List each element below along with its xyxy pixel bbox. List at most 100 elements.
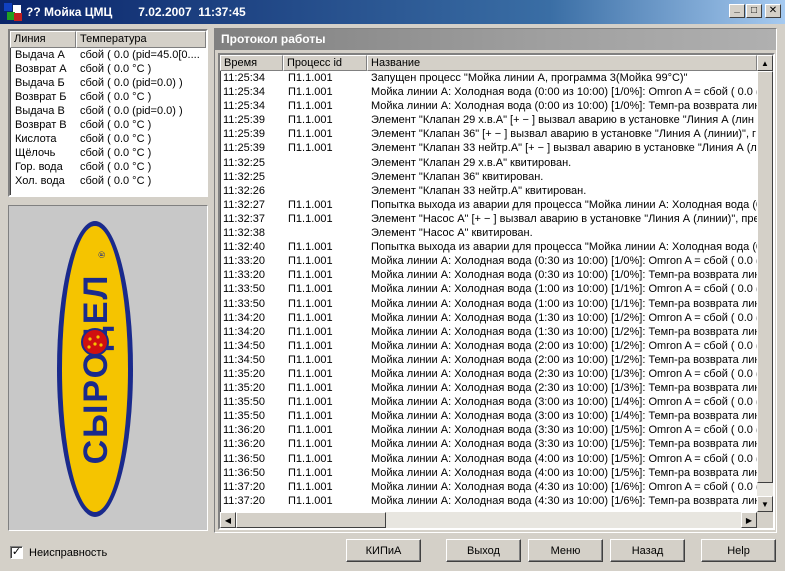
time-cell: 11:36:50 [223,466,266,479]
protocol-list[interactable]: Время Процесс id Название 11:25:34 П1.1.0… [218,53,775,530]
table-row[interactable]: Возврат В сбой ( 0.0 °C ) [10,118,206,132]
table-row[interactable]: Выдача А сбой ( 0.0 (pid=45.0[0.... [10,48,206,62]
list-item[interactable]: 11:33:50 П1.1.001 Мойка линии А: Холодная … [220,282,757,296]
scroll-up-button[interactable]: ▲ [757,55,773,71]
list-item[interactable]: 11:34:20 П1.1.001 Мойка линии А: Холодная … [220,311,757,325]
process-id-cell: П1.1.001 [288,382,333,395]
arrow-left-icon: ◀ [224,515,232,525]
name-cell: Мойка линии А: Холодная вода (2:30 из 10… [371,382,757,395]
list-item[interactable]: 11:32:26 Элемент "Клапан 33 нейтр.А" квит… [220,184,757,198]
process-id-cell: П1.1.001 [288,128,333,141]
list-item[interactable]: 11:25:34 П1.1.001 Запущен процесс "Мойка л… [220,71,757,85]
table-row[interactable]: Хол. вода сбой ( 0.0 °C ) [10,174,206,188]
time-cell: 11:25:39 [223,142,266,155]
horizontal-scrollbar[interactable]: ◀ ▶ [220,512,757,528]
horizontal-scroll-thumb[interactable] [236,512,386,528]
scroll-left-button[interactable]: ◀ [220,512,236,528]
name-cell: Элемент "Насос А" [+ − ] вызвал аварию в… [371,212,757,225]
process-id-cell: П1.1.001 [288,212,333,225]
list-item[interactable]: 11:32:25 Элемент "Клапан 36" квитирован. [220,170,757,184]
list-item[interactable]: 11:37:20 П1.1.001 Мойка линии А: Холодная … [220,494,757,508]
list-item[interactable]: 11:35:50 П1.1.001 Мойка линии А: Холодная … [220,409,757,423]
list-item[interactable]: 11:32:27 П1.1.001 Попытка выхода из аварии… [220,198,757,212]
list-item[interactable]: 11:36:50 П1.1.001 Мойка линии А: Холодная … [220,466,757,480]
list-item[interactable]: 11:32:38 Элемент "Насос А" квитирован. [220,226,757,240]
list-item[interactable]: 11:32:37 П1.1.001 Элемент "Насос А" [+ − ]… [220,212,757,226]
time-cell: 11:32:25 [223,156,266,169]
process-id-cell: П1.1.001 [288,480,333,493]
time-cell: 11:33:50 [223,297,266,310]
scroll-down-button[interactable]: ▼ [757,496,773,512]
temperature-table[interactable]: Линия Температура Выдача А сбой ( 0.0 (pi… [8,29,208,197]
list-item[interactable]: 11:25:34 П1.1.001 Мойка линии А: Холодная … [220,99,757,113]
list-item[interactable]: 11:33:20 П1.1.001 Мойка линии А: Холодная … [220,268,757,282]
line-cell: Возврат А [15,63,67,75]
column-header-time[interactable]: Время [220,55,283,71]
table-row[interactable]: Гор. вода сбой ( 0.0 °C ) [10,160,206,174]
time-cell: 11:34:50 [223,353,266,366]
name-cell: Попытка выхода из аварии для процесса "М… [371,241,757,254]
table-row[interactable]: Выдача В сбой ( 0.0 (pid=0.0) ) [10,104,206,118]
list-item[interactable]: 11:25:39 П1.1.001 Элемент "Клапан 36" [+ −… [220,127,757,141]
table-row[interactable]: Возврат Б сбой ( 0.0 °C ) [10,90,206,104]
time-cell: 11:33:50 [223,283,266,296]
list-item[interactable]: 11:34:50 П1.1.001 Мойка линии А: Холодная … [220,353,757,367]
minimize-button[interactable]: _ [729,4,745,18]
time-cell: 11:37:20 [223,494,266,507]
column-header-process-id[interactable]: Процесс id [283,55,367,71]
list-item[interactable]: 11:25:39 П1.1.001 Элемент "Клапан 33 нейтр… [220,141,757,155]
list-item[interactable]: 11:36:20 П1.1.001 Мойка линии А: Холодная … [220,437,757,451]
name-cell: Мойка линии А: Холодная вода (4:30 из 10… [371,480,757,493]
process-id-cell: П1.1.001 [288,367,333,380]
help-button[interactable]: Help [701,539,776,562]
list-item[interactable]: 11:37:20 П1.1.001 Мойка линии А: Холодная … [220,480,757,494]
line-cell: Кислота [15,133,57,145]
vertical-scroll-thumb[interactable] [757,71,773,483]
kip-button[interactable]: КИПиА [346,539,421,562]
list-item[interactable]: 11:36:50 П1.1.001 Мойка линии А: Холодная … [220,452,757,466]
temperature-cell: сбой ( 0.0 °C ) [80,119,152,131]
list-item[interactable]: 11:33:20 П1.1.001 Мойка линии А: Холодная … [220,254,757,268]
back-button[interactable]: Назад [610,539,685,562]
menu-button[interactable]: Меню [528,539,603,562]
list-item[interactable]: 11:35:20 П1.1.001 Мойка линии А: Холодная … [220,367,757,381]
list-item[interactable]: 11:25:39 П1.1.001 Элемент "Клапан 29 х.в.А… [220,113,757,127]
time-cell: 11:32:40 [223,241,266,254]
list-item[interactable]: 11:32:40 П1.1.001 Попытка выхода из аварии… [220,240,757,254]
list-item[interactable]: 11:32:25 Элемент "Клапан 29 х.в.А" квитир… [220,156,757,170]
line-cell: Хол. вода [15,175,65,187]
list-item[interactable]: 11:35:20 П1.1.001 Мойка линии А: Холодная … [220,381,757,395]
table-row[interactable]: Возврат А сбой ( 0.0 °C ) [10,62,206,76]
protocol-list-header: Время Процесс id Название [220,55,773,71]
list-item[interactable]: 11:34:50 П1.1.001 Мойка линии А: Холодная … [220,339,757,353]
table-row[interactable]: Щёлочь сбой ( 0.0 °C ) [10,146,206,160]
fault-checkbox[interactable]: ✓ Неисправность [10,546,107,559]
scroll-right-button[interactable]: ▶ [741,512,757,528]
list-item[interactable]: 11:33:50 П1.1.001 Мойка линии А: Холодная … [220,297,757,311]
table-row[interactable]: Выдача Б сбой ( 0.0 (pid=0.0) ) [10,76,206,90]
list-item[interactable]: 11:36:20 П1.1.001 Мойка линии А: Холодная … [220,423,757,437]
table-row[interactable]: Кислота сбой ( 0.0 °C ) [10,132,206,146]
close-button[interactable]: ✕ [765,4,781,18]
maximize-button[interactable]: □ [746,4,762,18]
temperature-cell: сбой ( 0.0 (pid=0.0) ) [80,77,183,89]
title-bar[interactable]: ?? Мойка ЦМЦ 7.02.2007 11:37:45 _ □ ✕ [0,0,785,24]
process-id-cell: П1.1.001 [288,325,333,338]
time-cell: 11:33:20 [223,255,266,268]
list-item[interactable]: 11:34:20 П1.1.001 Мойка линии А: Холодная … [220,325,757,339]
list-item[interactable]: 11:35:50 П1.1.001 Мойка линии А: Холодная … [220,395,757,409]
name-cell: Попытка выхода из аварии для процесса "М… [371,198,757,211]
name-cell: Мойка линии А: Холодная вода (0:30 из 10… [371,269,757,282]
process-id-cell: П1.1.001 [288,241,333,254]
column-header-line[interactable]: Линия [10,31,76,48]
list-item[interactable]: 11:25:34 П1.1.001 Мойка линии А: Холодная … [220,85,757,99]
name-cell: Мойка линии А: Холодная вода (1:30 из 10… [371,311,757,324]
name-cell: Мойка линии А: Холодная вода (3:00 из 10… [371,396,757,409]
vertical-scrollbar[interactable]: ▲ ▼ [757,55,773,512]
column-header-name[interactable]: Название [367,55,757,71]
exit-button[interactable]: Выход [446,539,521,562]
checkbox-box[interactable]: ✓ [10,546,23,559]
time-cell: 11:35:50 [223,396,266,409]
name-cell: Мойка линии А: Холодная вода (3:30 из 10… [371,438,757,451]
column-header-temperature[interactable]: Температура [76,31,206,48]
